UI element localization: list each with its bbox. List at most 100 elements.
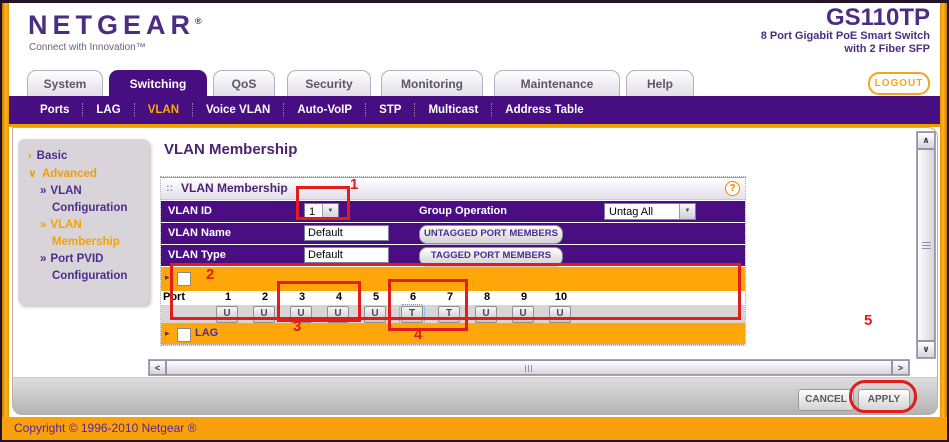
ports-group-row: ▸: [161, 267, 745, 291]
tab-maintenance[interactable]: Maintenance: [494, 70, 620, 97]
tagged-port-members-button[interactable]: TAGGED PORT MEMBERS: [419, 247, 563, 266]
subnav-item-auto-voip[interactable]: Auto-VoIP: [284, 103, 366, 117]
group-operation-label: Group Operation: [419, 205, 507, 217]
vlan-type-label: VLAN Type: [168, 249, 226, 261]
port-number: 9: [512, 291, 536, 303]
logout-button[interactable]: LOGOUT: [868, 72, 930, 95]
scroll-up-arrow-icon[interactable]: ∧: [917, 132, 935, 149]
vlan-name-input[interactable]: [304, 225, 389, 241]
scroll-down-arrow-icon[interactable]: ∨: [917, 341, 935, 358]
lag-group-row: ▸ LAG: [161, 323, 745, 345]
sidebar-item-vlan-membership[interactable]: »VLAN Membership: [40, 217, 148, 251]
netgear-logo: NETGEAR®: [28, 10, 202, 41]
subnav-item-vlan[interactable]: VLAN: [135, 103, 193, 117]
group-operation-select[interactable]: Untag All ▼: [604, 203, 696, 220]
section-header: :: VLAN Membership ?: [161, 177, 745, 200]
device-subtitle-1: 8 Port Gigabit PoE Smart Switch: [560, 30, 930, 43]
port-number: 4: [327, 291, 351, 303]
tab-qos[interactable]: QoS: [213, 70, 275, 97]
port-number: 3: [290, 291, 314, 303]
vertical-scrollbar-thumb[interactable]: [917, 149, 935, 341]
tab-security[interactable]: Security: [287, 70, 371, 97]
port-number: 5: [364, 291, 388, 303]
apply-button[interactable]: APPLY: [858, 389, 910, 411]
port-number: 2: [253, 291, 277, 303]
device-model-block: GS110TP 8 Port Gigabit PoE Smart Switch …: [560, 6, 930, 56]
port-numbers-row: Port 1 2 3 4 5 6 7 8 9 10: [161, 291, 745, 305]
vertical-scrollbar[interactable]: ∧ ∨: [916, 131, 936, 359]
orange-border-left: [2, 3, 9, 440]
subnav-item-ports[interactable]: Ports: [27, 103, 83, 117]
device-model: GS110TP: [560, 6, 930, 30]
bullet-icon: »: [40, 253, 46, 265]
sidebar-item-advanced[interactable]: ∨Advanced: [28, 165, 143, 183]
scroll-grip: [525, 365, 533, 372]
port-3-tag-button[interactable]: U: [290, 306, 312, 323]
page-title: VLAN Membership: [164, 141, 297, 158]
subnav-item-address-table[interactable]: Address Table: [492, 103, 596, 117]
sidebar-item-vlan-configuration[interactable]: »VLAN Configuration: [40, 183, 148, 217]
brand-tagline: Connect with Innovation™: [29, 42, 146, 53]
port-number: 7: [438, 291, 462, 303]
select-all-lag-checkbox[interactable]: [177, 328, 191, 342]
horizontal-scrollbar-thumb[interactable]: [166, 360, 892, 375]
bullet-icon: »: [40, 185, 46, 197]
device-subtitle-2: with 2 Fiber SFP: [560, 43, 930, 56]
chevron-down-icon: ▼: [679, 204, 695, 219]
port-number: 1: [216, 291, 240, 303]
registered-mark: ®: [195, 16, 202, 26]
collapsed-arrow-icon: ›: [28, 150, 32, 162]
tab-help[interactable]: Help: [626, 70, 694, 97]
sidebar-menu: ›Basic ∨Advanced »VLAN Configuration »VL…: [18, 139, 149, 305]
cancel-button[interactable]: CANCEL: [798, 389, 854, 411]
vlan-id-select[interactable]: 1 ▼: [304, 203, 339, 220]
tab-monitoring[interactable]: Monitoring: [381, 70, 483, 97]
subnav-item-stp[interactable]: STP: [366, 103, 415, 117]
help-icon[interactable]: ?: [725, 181, 740, 196]
port-5-tag-button[interactable]: U: [364, 306, 386, 323]
port-7-tag-button[interactable]: T: [438, 306, 460, 323]
subnav-item-multicast[interactable]: Multicast: [415, 103, 492, 117]
scroll-left-arrow-icon[interactable]: <: [149, 360, 166, 375]
port-6-tag-button[interactable]: T: [401, 306, 423, 323]
sidebar-item-basic[interactable]: ›Basic: [28, 147, 143, 165]
port-row-label: Port: [163, 291, 185, 303]
vlan-id-row: VLAN ID 1 ▼ Group Operation Untag All ▼: [161, 201, 745, 222]
untagged-port-members-button[interactable]: UNTAGGED PORT MEMBERS: [419, 225, 563, 244]
scroll-right-arrow-icon[interactable]: >: [892, 360, 909, 375]
vlan-name-row: VLAN Name UNTAGGED PORT MEMBERS: [161, 223, 745, 244]
port-number: 6: [401, 291, 425, 303]
select-all-ports-checkbox[interactable]: [177, 272, 191, 286]
port-10-tag-button[interactable]: U: [549, 306, 571, 323]
vlan-id-label: VLAN ID: [168, 205, 212, 217]
subnav-item-voice-vlan[interactable]: Voice VLAN: [193, 103, 284, 117]
chevron-down-icon: ▼: [322, 204, 338, 219]
expander-arrow-icon[interactable]: ▸: [165, 328, 170, 339]
port-number: 8: [475, 291, 499, 303]
tab-switching[interactable]: Switching: [109, 70, 207, 97]
vlan-membership-section: :: VLAN Membership ? VLAN ID 1 ▼ Group O…: [160, 176, 746, 346]
scroll-grip: [922, 242, 931, 249]
port-number: 10: [549, 291, 573, 303]
orange-border-right: [940, 3, 947, 440]
subnav-item-lag[interactable]: LAG: [83, 103, 134, 117]
sidebar-item-port-pvid-configuration[interactable]: »Port PVID Configuration: [40, 251, 148, 285]
port-8-tag-button[interactable]: U: [475, 306, 497, 323]
expanded-arrow-icon: ∨: [28, 168, 37, 180]
port-1-tag-button[interactable]: U: [216, 306, 238, 323]
netgear-switch-admin-page: NETGEAR® Connect with Innovation™ GS110T…: [0, 0, 949, 442]
expander-arrow-icon[interactable]: ▸: [165, 272, 170, 283]
section-prefix: ::: [166, 182, 173, 194]
copyright-text: Copyright © 1996-2010 Netgear ®: [14, 421, 196, 435]
bullet-icon: »: [40, 219, 46, 231]
page-border-top: [0, 0, 949, 3]
vlan-type-input[interactable]: [304, 247, 389, 263]
subnav-bar: Ports LAG VLAN Voice VLAN Auto-VoIP STP …: [9, 96, 940, 124]
port-4-tag-button[interactable]: U: [327, 306, 349, 323]
port-9-tag-button[interactable]: U: [512, 306, 534, 323]
port-tag-row: U U U U U T T U U U: [161, 305, 745, 323]
port-2-tag-button[interactable]: U: [253, 306, 275, 323]
vlan-type-row: VLAN Type TAGGED PORT MEMBERS: [161, 245, 745, 266]
horizontal-scrollbar[interactable]: < >: [148, 359, 910, 376]
tab-system[interactable]: System: [27, 70, 103, 97]
